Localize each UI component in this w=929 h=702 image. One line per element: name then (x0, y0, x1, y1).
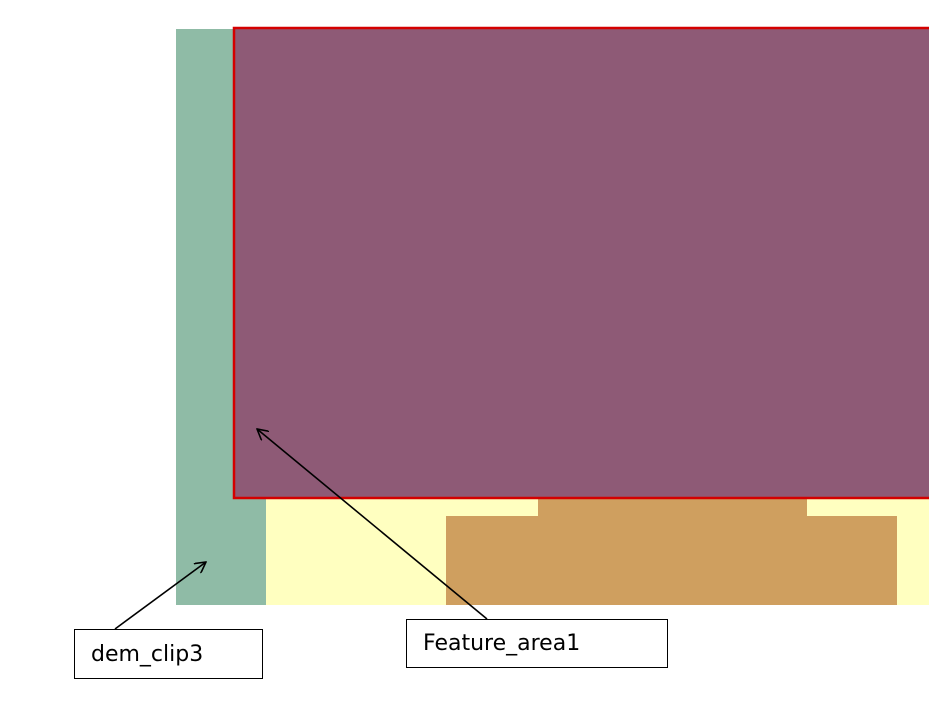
feature-area1-callout: Feature_area1 (406, 619, 668, 668)
feature-area1-polygon[interactable] (232, 26, 929, 500)
dem-clip3-callout: dem_clip3 (74, 629, 263, 679)
dem-clip3-label: dem_clip3 (91, 641, 204, 667)
map-canvas (114, 26, 929, 630)
feature-area1-label: Feature_area1 (423, 631, 581, 656)
